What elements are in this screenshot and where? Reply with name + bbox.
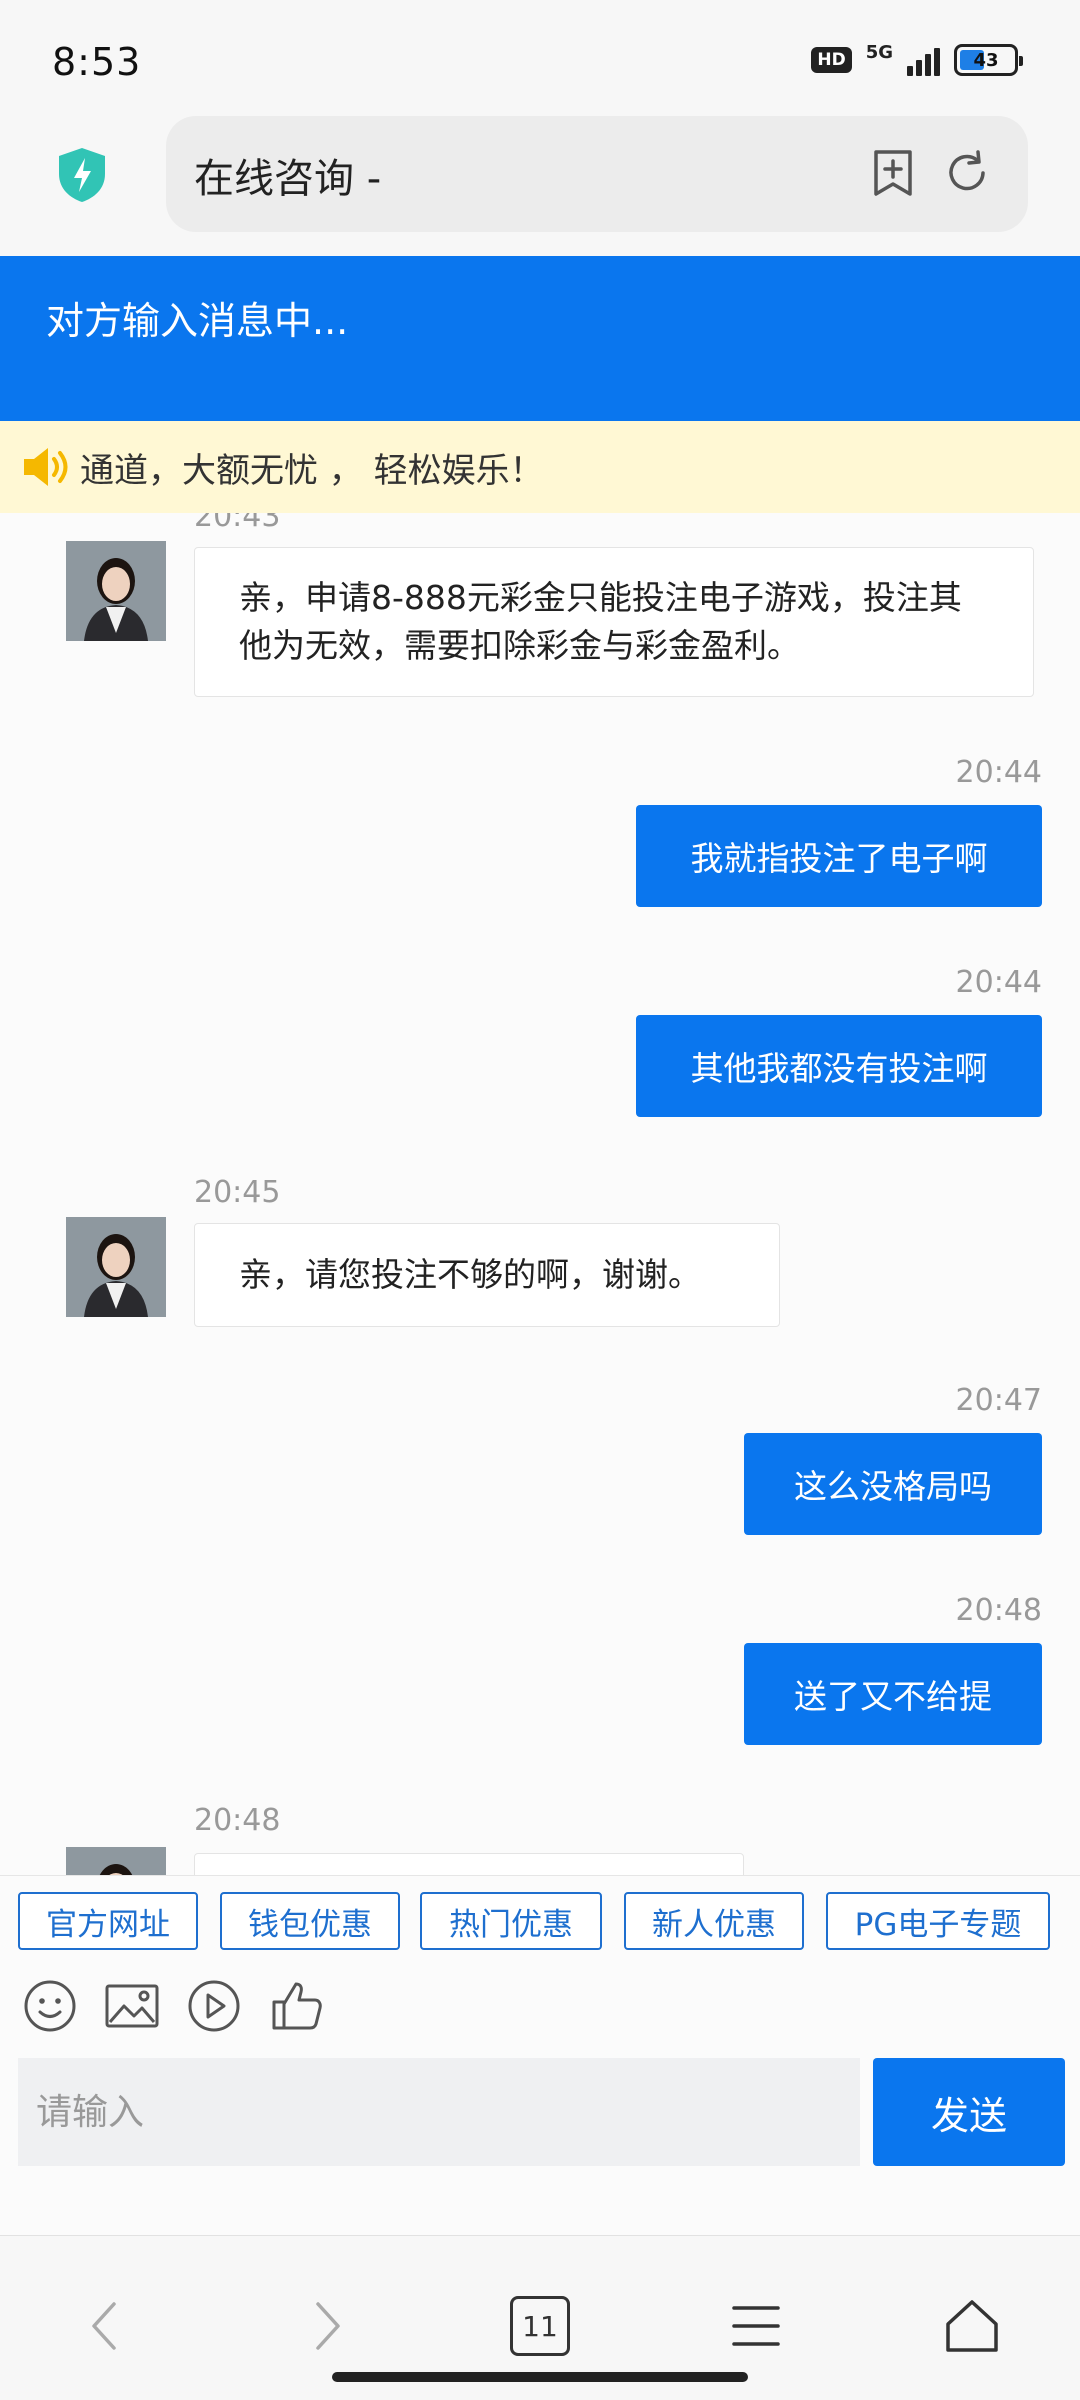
message-input-area[interactable] [18,2058,860,2166]
back-icon[interactable] [76,2296,136,2356]
outgoing-message: 送了又不给提 [744,1643,1042,1745]
network-type: 5G [865,41,893,63]
message-time: 20:44 [955,965,1042,1000]
send-button[interactable]: 发送 [873,2058,1065,2166]
outgoing-message: 这么没格局吗 [744,1433,1042,1535]
home-indicator[interactable] [332,2372,748,2382]
signal-icon [907,44,940,76]
address-bar[interactable]: 在线咨询 - [166,116,1028,232]
avatar [66,1217,166,1317]
quick-reply-pg-topic[interactable]: PG电子专题 [826,1892,1050,1950]
quick-reply-newbie-promo[interactable]: 新人优惠 [624,1892,804,1950]
avatar [66,1847,166,1875]
incoming-message: 亲，请您投注不够的啊，谢谢。 [194,1223,780,1327]
chat-header: 对方输入消息中... [0,256,1080,421]
image-icon[interactable] [104,1978,160,2034]
status-time: 8:53 [52,40,142,84]
page-title[interactable]: 在线咨询 - [194,146,381,204]
tabs-button[interactable]: 11 [510,2296,570,2356]
outgoing-message: 其他我都没有投注啊 [636,1015,1042,1117]
menu-icon[interactable] [726,2296,786,2356]
quick-reply-bar: 官方网址 钱包优惠 热门优惠 新人优惠 PG电子专题 [0,1875,1080,1950]
incoming-message: 亲，申请8-888元彩金只能投注电子游戏，投注其他为无效，需要扣除彩金与彩金盈利… [194,547,1034,697]
hd-badge: HD [811,47,852,73]
status-icons: HD 5G 43 [811,41,1023,76]
thumbs-up-icon[interactable] [268,1978,324,2034]
message-time: 20:48 [194,1803,281,1838]
speaker-icon [24,448,68,486]
incoming-message [194,1853,744,1875]
notice-bar: 通道，大额无忧 ， 轻松娱乐！ [0,421,1080,513]
notice-text: 通道，大额无忧 ， 轻松娱乐！ [80,451,544,491]
forward-icon[interactable] [296,2296,356,2356]
emoji-icon[interactable] [22,1978,78,2034]
reload-icon[interactable] [942,148,992,198]
browser-bar: 在线咨询 - [0,110,1080,256]
message-time: 20:44 [955,755,1042,790]
outgoing-message: 我就指投注了电子啊 [636,805,1042,907]
battery-icon: 43 [954,44,1023,76]
battery-level: 43 [973,49,999,71]
quick-reply-hot-promo[interactable]: 热门优惠 [420,1892,602,1950]
message-input[interactable] [18,2058,860,2166]
home-icon[interactable] [942,2296,1002,2356]
message-time: 20:45 [194,1175,281,1210]
quick-reply-wallet-promo[interactable]: 钱包优惠 [220,1892,400,1950]
message-time: 20:48 [955,1593,1042,1628]
add-bookmark-icon[interactable] [868,148,918,198]
tab-count: 11 [522,2309,558,2343]
message-time: 20:43 [194,513,281,534]
avatar [66,541,166,641]
quick-reply-official-site[interactable]: 官方网址 [18,1892,198,1950]
browser-bottom-nav: 11 [0,2235,1080,2400]
message-time: 20:47 [955,1383,1042,1418]
shield-icon[interactable] [56,146,108,204]
message-list[interactable]: 20:43 亲，申请8-888元彩金只能投注电子游戏，投注其他为无效，需要扣除彩… [0,513,1080,1875]
video-icon[interactable] [186,1978,242,2034]
typing-status: 对方输入消息中... [46,299,349,343]
status-bar: 8:53 HD 5G 43 [0,0,1080,118]
